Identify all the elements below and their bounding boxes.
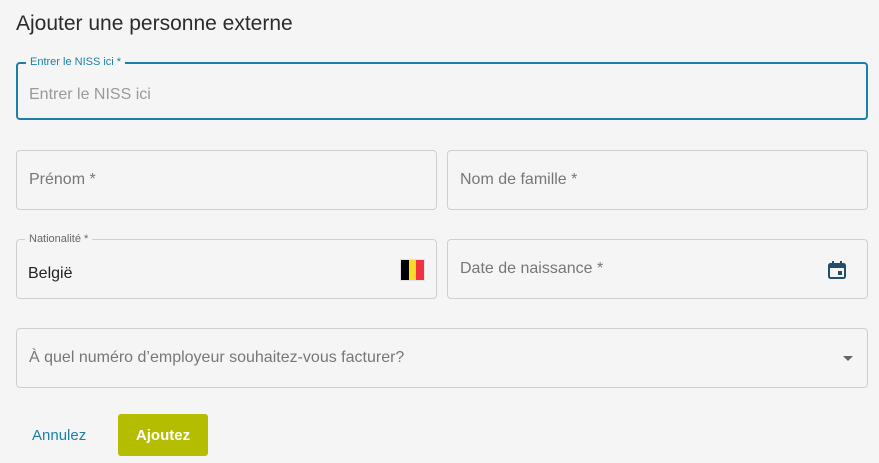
- nationality-value: België: [28, 265, 73, 282]
- nationality-field[interactable]: Nationalité * België: [16, 232, 437, 299]
- niss-field-placeholder: Entrer le NISS ici: [29, 86, 151, 103]
- niss-field[interactable]: Entrer le NISS ici * Entrer le NISS ici: [16, 55, 868, 120]
- employer-number-select[interactable]: À quel numéro d’employeur souhaitez-vous…: [16, 328, 868, 388]
- employer-number-placeholder: À quel numéro d’employeur souhaitez-vous…: [29, 349, 405, 366]
- birthdate-field-placeholder: Date de naissance *: [460, 260, 604, 277]
- cancel-button[interactable]: Annulez: [32, 427, 86, 444]
- lastname-field-placeholder: Nom de famille *: [460, 171, 578, 188]
- birthdate-field[interactable]: Date de naissance *: [447, 239, 868, 299]
- firstname-field-placeholder: Prénom *: [29, 171, 96, 188]
- firstname-field[interactable]: Prénom *: [16, 150, 437, 210]
- niss-field-label: Entrer le NISS ici *: [26, 55, 126, 69]
- lastname-field[interactable]: Nom de famille *: [447, 150, 868, 210]
- chevron-down-icon[interactable]: [843, 356, 853, 361]
- add-external-person-dialog: Ajouter une personne externe Entrer le N…: [0, 0, 879, 463]
- nationality-field-label: Nationalité *: [25, 232, 93, 246]
- dialog-title: Ajouter une personne externe: [16, 12, 293, 35]
- belgium-flag-icon: [400, 259, 425, 281]
- add-button[interactable]: Ajoutez: [118, 414, 208, 456]
- calendar-icon[interactable]: [827, 260, 847, 280]
